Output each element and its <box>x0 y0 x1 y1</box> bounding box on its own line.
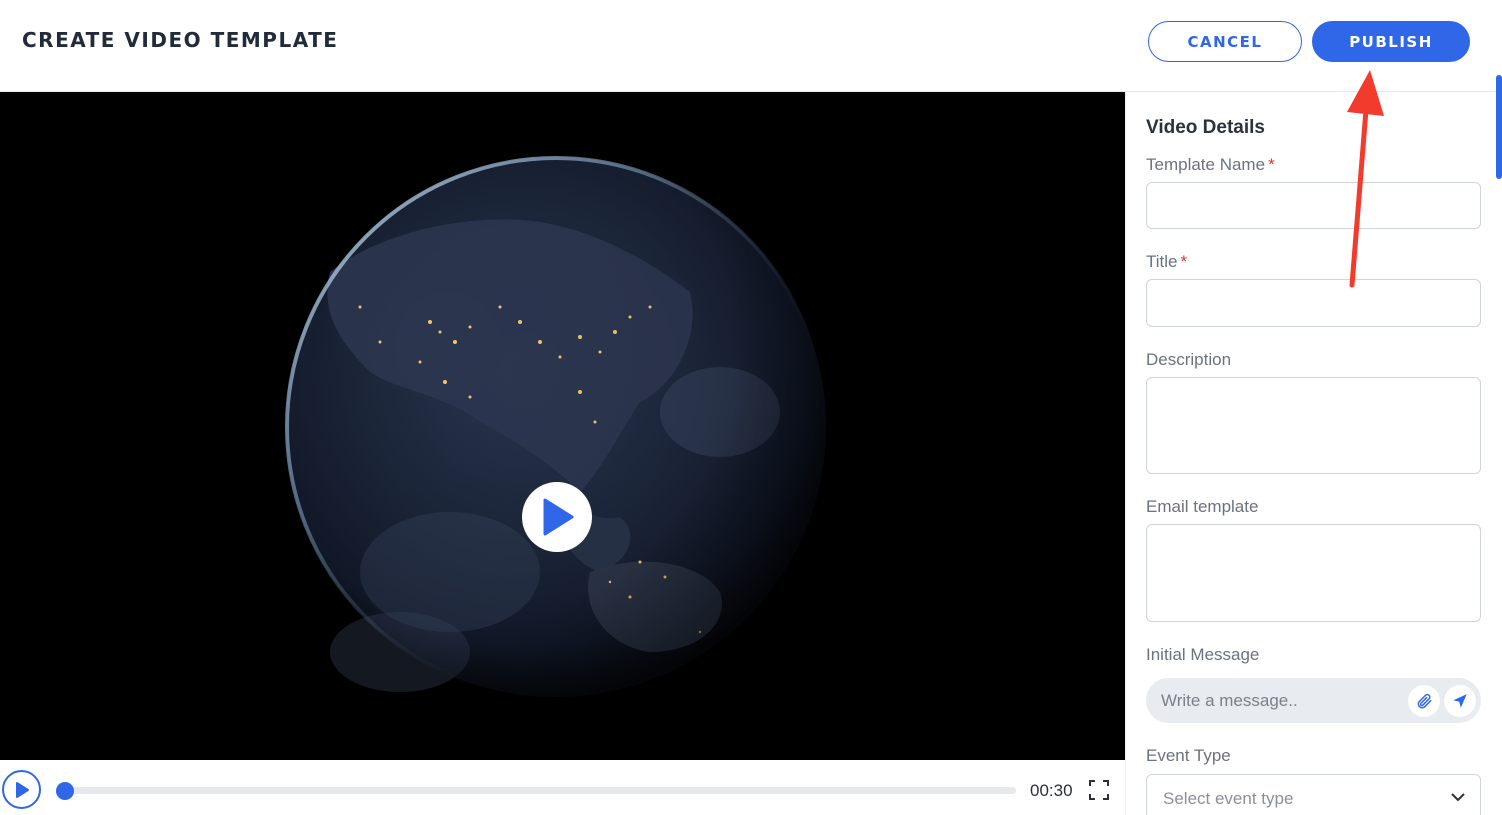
send-button[interactable] <box>1444 685 1476 717</box>
play-button[interactable] <box>2 770 41 809</box>
play-icon <box>543 498 574 536</box>
player-controls: 00:30 <box>0 760 1125 815</box>
page: CREATE VIDEO TEMPLATE CANCEL PUBLISH 00:… <box>0 0 1502 815</box>
event-type-select[interactable]: Select event type <box>1146 774 1481 815</box>
header: CREATE VIDEO TEMPLATE CANCEL PUBLISH <box>0 0 1502 92</box>
paperclip-icon <box>1417 693 1432 709</box>
title-field[interactable] <box>1146 279 1481 327</box>
required-mark: * <box>1180 252 1188 271</box>
panel-title: Video Details <box>1146 117 1265 138</box>
message-placeholder: Write a message.. <box>1161 691 1298 710</box>
message-input[interactable]: Write a message.. <box>1146 678 1481 723</box>
attach-button[interactable] <box>1408 685 1440 717</box>
video-player[interactable] <box>0 92 1125 760</box>
email-template-label: Email template <box>1146 497 1259 516</box>
time-display: 00:30 <box>1030 781 1073 800</box>
title-label: Title * <box>1146 252 1187 272</box>
progress-track[interactable] <box>62 787 1016 794</box>
description-label: Description <box>1146 350 1232 369</box>
required-mark: * <box>1268 155 1275 174</box>
cancel-button[interactable]: CANCEL <box>1148 21 1302 62</box>
initial-message-label: Initial Message <box>1146 645 1260 664</box>
template-name-label: Template Name * <box>1146 155 1275 175</box>
publish-button[interactable]: PUBLISH <box>1312 21 1470 62</box>
scrollbar-thumb[interactable] <box>1496 75 1502 179</box>
fullscreen-icon[interactable] <box>1089 780 1109 800</box>
progress-handle[interactable] <box>56 782 74 800</box>
page-title: CREATE VIDEO TEMPLATE <box>22 28 339 52</box>
email-template-field[interactable] <box>1146 524 1481 622</box>
play-icon <box>15 781 29 798</box>
send-icon <box>1453 694 1467 708</box>
template-name-field[interactable] <box>1146 182 1481 229</box>
chevron-down-icon <box>1451 793 1465 802</box>
play-overlay-button[interactable] <box>522 482 592 552</box>
event-type-label: Event Type <box>1146 746 1231 765</box>
template-name-label-text: Template Name <box>1146 155 1266 174</box>
earth-video-frame <box>285 156 827 698</box>
event-type-placeholder: Select event type <box>1163 789 1294 808</box>
video-details-panel: Video Details Template Name * Title * Desc… <box>1125 92 1502 815</box>
description-field[interactable] <box>1146 377 1481 474</box>
title-label-text: Title <box>1146 252 1178 271</box>
